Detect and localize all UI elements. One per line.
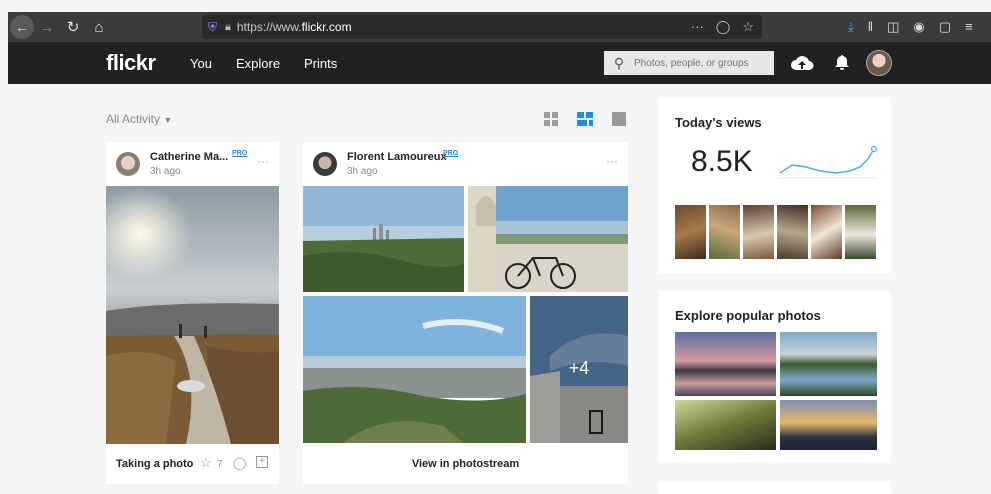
view-in-photostream-link[interactable]: View in photostream [303, 458, 628, 470]
flickr-logo[interactable]: flickr [106, 50, 156, 76]
lock-icon[interactable]: 🔒︎ [225, 21, 231, 34]
search-input[interactable] [634, 57, 769, 69]
pocket-icon[interactable]: ◯ [716, 19, 731, 35]
post-time: 3h ago [347, 166, 378, 177]
pro-badge: PRO [443, 150, 459, 157]
post-photo[interactable] [303, 296, 526, 443]
single-view-icon[interactable] [612, 112, 626, 126]
recent-photo-thumbnail[interactable] [811, 205, 842, 259]
post-card: Catherine Ma... PRO 3h ago ··· Taking a … [106, 142, 279, 484]
browser-toolbar: ← → ↻ ⌂ ⛨ 🔒︎ https://www.flickr.com ··· … [8, 12, 991, 42]
avatar[interactable] [313, 152, 337, 176]
explore-popular-title[interactable]: Explore popular photos [675, 308, 821, 323]
views-sparkline [778, 145, 878, 179]
todays-views-card: Today's views 8.5K [659, 97, 891, 273]
recent-photo-thumbnail[interactable] [777, 205, 808, 259]
post-photo-more[interactable]: +4 [530, 296, 628, 443]
back-icon[interactable]: ← [10, 15, 34, 39]
post-photo[interactable] [303, 186, 464, 292]
more-options-icon[interactable]: ··· [606, 154, 618, 168]
screenshot-icon[interactable]: ▢ [939, 19, 951, 35]
post-card: Florent Lamoureux PRO 3h ago ··· +4 View… [303, 142, 628, 484]
small-grid-view-icon[interactable] [544, 112, 558, 126]
bookmark-star-icon[interactable]: ☆ [742, 19, 754, 35]
recent-photo-thumbnail[interactable] [709, 205, 740, 259]
recent-photo-thumbnail[interactable] [845, 205, 876, 259]
home-icon[interactable]: ⌂ [86, 14, 112, 40]
nav-link-explore[interactable]: Explore [236, 56, 280, 71]
favorite-star-icon[interactable]: ☆ [200, 455, 212, 471]
pro-badge: PRO [232, 150, 248, 157]
photo-caption[interactable]: Taking a photo [116, 458, 193, 470]
recent-photo-thumbnail[interactable] [743, 205, 774, 259]
activity-filter-dropdown[interactable]: All Activity ▼ [106, 112, 172, 126]
popular-photo[interactable] [675, 332, 776, 396]
avatar[interactable] [116, 152, 140, 176]
forward-icon[interactable]: → [34, 14, 60, 40]
author-name[interactable]: Florent Lamoureux [347, 151, 447, 163]
user-avatar[interactable] [866, 50, 892, 76]
reload-icon[interactable]: ↻ [60, 14, 86, 40]
notifications-bell-icon[interactable] [835, 54, 849, 71]
views-count: 8.5K [691, 145, 753, 178]
recent-photo-thumbnail[interactable] [675, 205, 706, 259]
favorite-count: 7 [217, 459, 223, 470]
nav-link-you[interactable]: You [190, 56, 212, 71]
address-bar[interactable]: ⛨ 🔒︎ https://www.flickr.com ··· ◯ ☆ [202, 15, 762, 39]
popular-photo[interactable] [780, 400, 877, 450]
add-to-gallery-icon[interactable]: + [256, 456, 268, 468]
explore-popular-card: Explore popular photos [659, 291, 891, 463]
library-icon[interactable]: ‖ [868, 19, 873, 35]
post-time: 3h ago [150, 166, 181, 177]
popular-photo[interactable] [780, 332, 877, 396]
chevron-down-icon: ▼ [163, 115, 173, 125]
account-icon[interactable]: ◉ [913, 19, 924, 35]
todays-views-title[interactable]: Today's views [675, 115, 762, 130]
post-photo[interactable] [106, 186, 279, 444]
nav-link-prints[interactable]: Prints [304, 56, 337, 71]
search-icon[interactable]: ⚲ [604, 55, 634, 72]
popular-photo[interactable] [675, 400, 776, 450]
shield-icon[interactable]: ⛨ [208, 20, 217, 35]
comment-icon[interactable]: ◯ [233, 456, 246, 470]
author-name[interactable]: Catherine Ma... [150, 151, 228, 163]
activity-filter-label: All Activity [106, 112, 161, 126]
menu-icon[interactable]: ≡ [965, 19, 973, 35]
upload-icon[interactable] [790, 54, 814, 72]
more-options-icon[interactable]: ··· [257, 154, 269, 168]
download-icon[interactable]: ⤓ [848, 19, 854, 35]
url-text: https://www.flickr.com [236, 20, 352, 34]
post-photo[interactable] [468, 186, 628, 292]
search-box: ⚲ [604, 51, 774, 75]
site-header: flickr You Explore Prints ⚲ [8, 42, 991, 84]
sidebar-icon[interactable]: ◫ [887, 19, 899, 35]
medium-grid-view-icon[interactable] [577, 112, 593, 126]
sidebar-card-partial [659, 481, 891, 494]
page-actions-icon[interactable]: ··· [691, 19, 704, 35]
more-photos-count: +4 [568, 358, 590, 378]
